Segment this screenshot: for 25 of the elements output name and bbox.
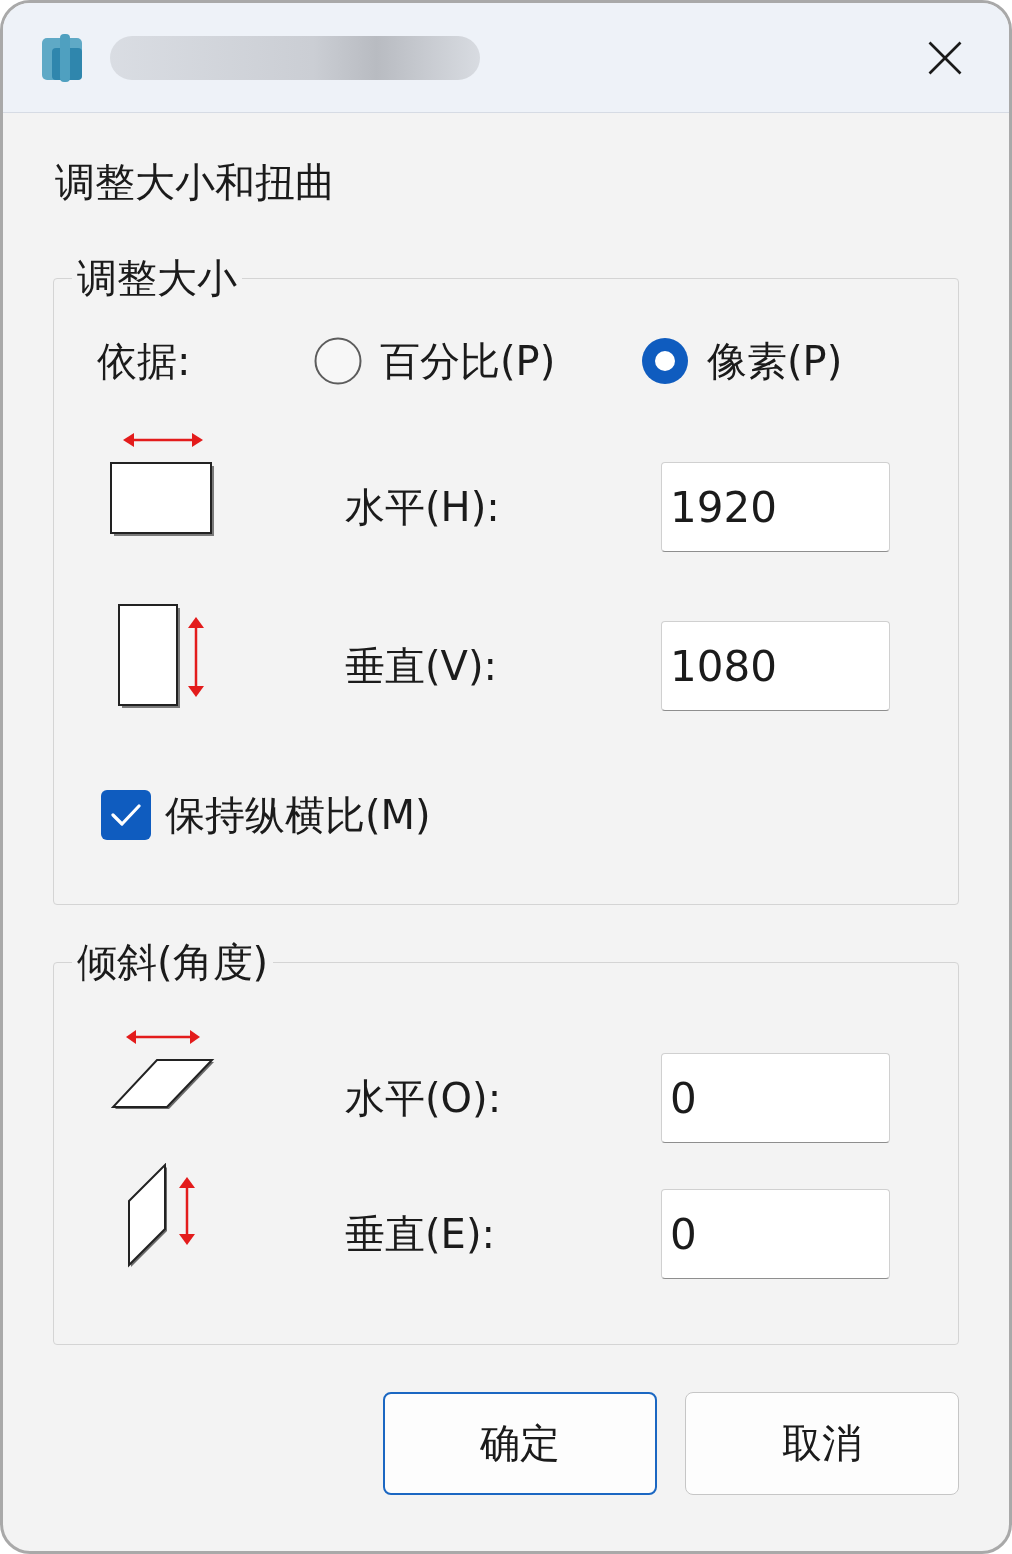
field-label: 水平(H): (345, 483, 500, 532)
basis-label: 依据: (97, 337, 191, 385)
radio-button[interactable] (641, 337, 689, 385)
field-label: 垂直(E): (345, 1210, 495, 1259)
number-field[interactable]: 0 (661, 1053, 890, 1143)
radio-label[interactable]: 百分比(P) (380, 337, 556, 385)
field-label: 水平(O): (345, 1074, 502, 1123)
dialog-heading: 调整大小和扭曲 (55, 158, 336, 206)
number-field[interactable]: 1920 (661, 462, 890, 552)
cancel-button[interactable]: 取消 (685, 1392, 959, 1495)
number-field[interactable]: 0 (661, 1189, 890, 1279)
close-button[interactable] (928, 40, 962, 75)
check-icon (111, 804, 141, 826)
ok-button[interactable]: 确定 (383, 1392, 657, 1495)
radio-label[interactable]: 像素(P) (707, 337, 843, 385)
group-legend: 倾斜(角度) (72, 938, 274, 986)
horizontal-skew-icon (111, 1029, 215, 1111)
radio-button[interactable] (314, 337, 362, 385)
checkbox-label[interactable]: 保持纵横比(M) (165, 791, 431, 839)
horizontal-resize-icon (110, 430, 216, 538)
checkbox[interactable] (101, 790, 151, 840)
field-label: 垂直(V): (345, 642, 498, 691)
group-legend: 调整大小 (72, 254, 242, 302)
number-field[interactable]: 1080 (661, 621, 890, 711)
close-icon (928, 40, 962, 75)
